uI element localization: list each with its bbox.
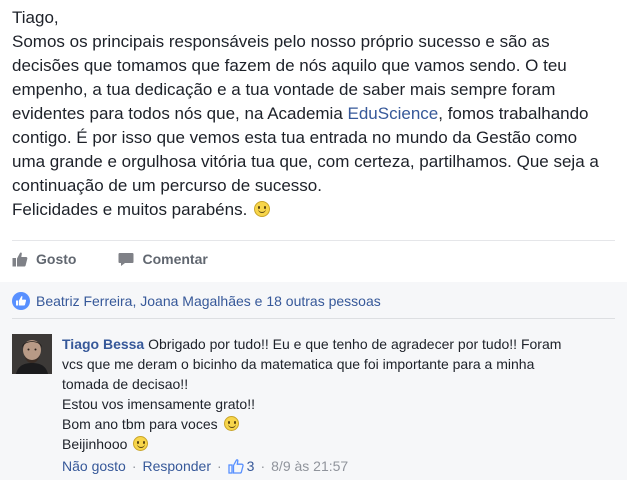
likes-names-link[interactable]: Beatriz Ferreira, Joana Magalhães e 18 o… — [36, 293, 381, 309]
post-line: Somos os principais responsáveis pelo no… — [12, 32, 550, 51]
post-greeting: Tiago, — [12, 8, 59, 27]
comment-line: Tiago Bessa Obrigado por tudo!! Eu e que… — [62, 334, 617, 354]
comment-icon — [118, 253, 134, 266]
post-line: empenho, a tua dedicação e a tua vontade… — [12, 80, 556, 99]
post-actions: Gosto Comentar — [12, 248, 250, 270]
post-line: contigo. É por isso que vemos esta tua e… — [12, 128, 578, 147]
thumbs-up-icon — [12, 252, 28, 267]
post-text: , fomos trabalhando — [438, 104, 589, 123]
comment-like-count[interactable]: 3 — [228, 458, 255, 474]
like-badge-icon — [12, 292, 30, 310]
comment-timestamp[interactable]: 8/9 às 21:57 — [271, 458, 348, 474]
smile-emoji-icon — [254, 201, 271, 217]
post-divider — [12, 240, 615, 241]
likes-divider — [12, 318, 615, 319]
likes-summary: Beatriz Ferreira, Joana Magalhães e 18 o… — [12, 292, 381, 310]
like-count-value: 3 — [246, 458, 255, 474]
comment-body: Tiago Bessa Obrigado por tudo!! Eu e que… — [62, 334, 617, 454]
meta-separator: · — [260, 458, 266, 474]
meta-separator: · — [131, 458, 137, 474]
comment-line: Bom ano tbm para voces — [62, 414, 617, 434]
comment-author-link[interactable]: Tiago Bessa — [62, 336, 144, 352]
comment-line: tomada de decisao!! — [62, 376, 189, 392]
post-message: Tiago, Somos os principais responsáveis … — [12, 6, 617, 222]
comment-text: Obrigado por tudo!! Eu e que tenho de ag… — [144, 336, 562, 352]
unlike-button[interactable]: Não gosto — [62, 458, 126, 474]
avatar-photo-icon — [12, 334, 52, 374]
post-line: decisões que tomamos que fazem de nós aq… — [12, 56, 567, 75]
post-line: evidentes para todos nós que, na Academi… — [12, 102, 617, 126]
like-button[interactable]: Gosto — [12, 251, 76, 267]
comment-line: Estou vos imensamente grato!! — [62, 396, 255, 412]
smile-emoji-icon — [223, 416, 239, 431]
post-line: continuação de um percurso de sucesso. — [12, 176, 322, 195]
post-line: Felicidades e muitos parabéns. — [12, 198, 617, 222]
post-text: evidentes para todos nós que, na Academi… — [12, 104, 348, 123]
comment-line: vcs que me deram o bicinho da matematica… — [62, 356, 535, 372]
comment-line: Beijinhooo — [62, 434, 617, 454]
comment-text: Bom ano tbm para voces — [62, 416, 218, 432]
smile-emoji-icon — [133, 436, 149, 451]
thumbs-up-icon — [228, 459, 244, 474]
post-line: uma grande e orgulhosa vitória tua que, … — [12, 152, 599, 171]
reply-button[interactable]: Responder — [143, 458, 212, 474]
comment-label: Comentar — [142, 251, 208, 267]
meta-separator: · — [217, 458, 222, 474]
avatar[interactable] — [12, 334, 52, 374]
comment-button[interactable]: Comentar — [118, 251, 208, 267]
like-label: Gosto — [36, 251, 77, 267]
comment-meta: Não gosto · Responder · 3 · 8/9 às 21:57 — [62, 458, 348, 474]
comment-text: Beijinhooo — [62, 436, 128, 452]
eduscience-link[interactable]: EduScience — [348, 104, 439, 123]
post-text: Felicidades e muitos parabéns. — [12, 200, 248, 219]
